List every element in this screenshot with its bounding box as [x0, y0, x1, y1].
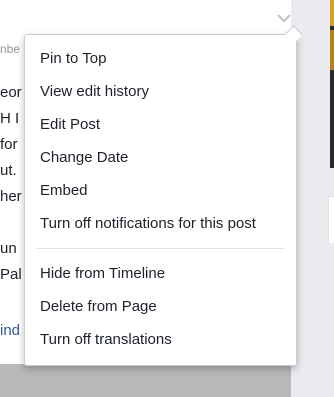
photo-thumbnail[interactable] [330, 0, 334, 168]
post-options-menu: Pin to Top View edit history Edit Post C… [24, 25, 303, 366]
post-meta: nbe [0, 42, 21, 56]
post-text-line: eor [0, 84, 22, 101]
menu-item-turn-off-translations[interactable]: Turn off translations [25, 323, 296, 356]
post-text-line: un [0, 240, 17, 257]
post-text-line: H I [0, 110, 20, 127]
menu-item-hide-from-timeline[interactable]: Hide from Timeline [25, 257, 296, 290]
menu-separator [37, 248, 284, 249]
right-column-box [328, 196, 334, 243]
menu-item-embed[interactable]: Embed [25, 174, 296, 207]
post-media [0, 364, 291, 397]
post-text-line: her [0, 188, 22, 205]
menu-item-view-edit-history[interactable]: View edit history [25, 75, 296, 108]
post-link[interactable]: ind [0, 322, 20, 339]
menu-item-turn-off-notifications[interactable]: Turn off notifications for this post [25, 207, 296, 240]
menu-item-pin-to-top[interactable]: Pin to Top [25, 42, 296, 75]
menu-item-edit-post[interactable]: Edit Post [25, 108, 296, 141]
chevron-down-icon[interactable] [276, 12, 292, 24]
menu-item-delete-from-page[interactable]: Delete from Page [25, 290, 296, 323]
post-text-line: for [0, 136, 18, 153]
post-text-line: Pal [0, 266, 22, 283]
menu-item-change-date[interactable]: Change Date [25, 141, 296, 174]
post-text-line: ut. [0, 162, 17, 179]
